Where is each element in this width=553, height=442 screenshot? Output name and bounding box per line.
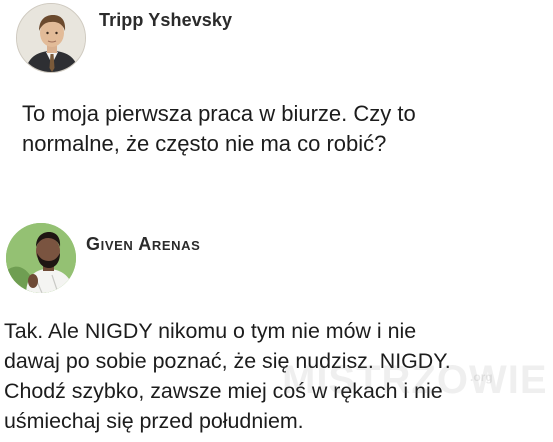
post-text: To moja pierwsza praca w biurze. Czy to …: [22, 101, 416, 156]
author-name[interactable]: Tripp Yshevsky: [99, 10, 232, 31]
post-text: Tak. Ale NIGDY nikomu o tym nie mów i ni…: [4, 319, 451, 433]
avatar[interactable]: [16, 3, 86, 73]
profile-photo-icon: [6, 223, 76, 293]
post-1: Tripp Yshevsky To moja pierwsza praca w …: [0, 0, 553, 190]
avatar[interactable]: [6, 223, 76, 293]
profile-photo-icon: [17, 4, 85, 72]
author-name[interactable]: Given Arenas: [86, 234, 200, 255]
author-name-text: Given Arenas: [86, 234, 201, 254]
post-2: Given Arenas Tak. Ale NIGDY nikomu o tym…: [0, 210, 553, 442]
